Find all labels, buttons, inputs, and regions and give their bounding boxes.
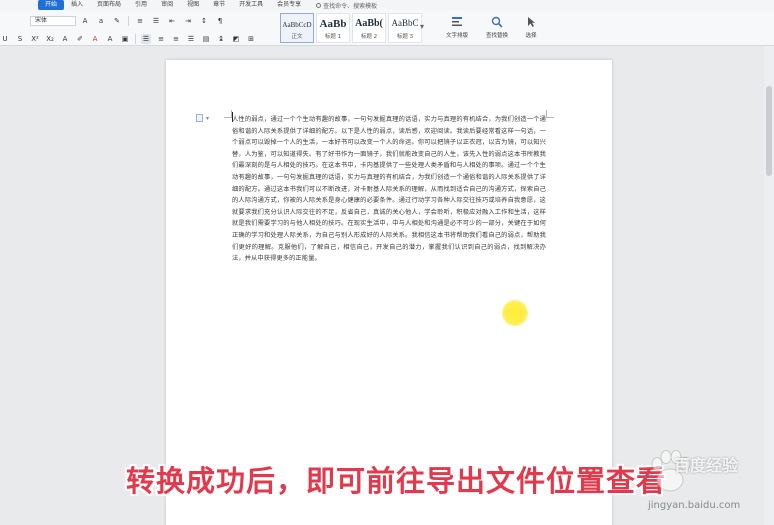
align-center-icon[interactable]: ≡ bbox=[156, 34, 166, 44]
find-replace-button[interactable]: 查找替换 bbox=[480, 14, 514, 44]
distributed-align-icon[interactable]: ▤ bbox=[201, 34, 211, 44]
watermark-url: jingyan.baidu.com bbox=[648, 500, 741, 511]
text-layout-button[interactable]: 文字排版 bbox=[440, 14, 474, 44]
margin-corner-mark bbox=[546, 110, 554, 118]
style-normal[interactable]: AaBbCcD 正文 bbox=[280, 13, 314, 43]
command-search-placeholder: 查找命令、搜索模板 bbox=[323, 2, 378, 10]
chevron-down-icon[interactable]: ▾ bbox=[206, 115, 209, 122]
find-replace-icon bbox=[491, 16, 503, 28]
style-gallery-more-icon[interactable]: ▾ bbox=[420, 22, 424, 31]
select-button[interactable]: 选择 bbox=[514, 14, 548, 44]
sort-icon[interactable]: ↕ bbox=[199, 16, 209, 26]
margin-corner-mark bbox=[224, 110, 232, 118]
mouse-highlight-marker bbox=[502, 300, 528, 326]
align-left-icon[interactable]: ☰ bbox=[141, 34, 151, 44]
menu-tab-member[interactable]: 会员专享 bbox=[270, 0, 308, 10]
divider bbox=[135, 34, 136, 44]
menu-tab-insert[interactable]: 插入 bbox=[64, 0, 90, 10]
font-size-decrease-icon[interactable]: a bbox=[96, 16, 106, 26]
scrollbar-thumb[interactable] bbox=[766, 86, 772, 176]
menu-tab-home[interactable]: 开始 bbox=[38, 0, 65, 10]
font-name-select[interactable]: 宋体 bbox=[30, 16, 76, 26]
divider bbox=[128, 16, 129, 26]
paragraph-handle-icon[interactable] bbox=[196, 114, 203, 122]
menu-tab-developer[interactable]: 开发工具 bbox=[232, 0, 270, 10]
document-page[interactable]: ▾ 人性的弱点，通过一个个生动有趣的故事，一句句发掘真理的话语，实力与真理的有机… bbox=[166, 60, 612, 525]
align-justify-icon[interactable]: ☰ bbox=[186, 34, 196, 44]
find-replace-label: 查找替换 bbox=[485, 33, 508, 39]
style-sample: AaBb bbox=[319, 18, 347, 30]
font-size-increase-icon[interactable]: A bbox=[80, 16, 90, 26]
bullet-list-icon[interactable]: ≡ bbox=[135, 16, 145, 26]
numbered-list-icon[interactable]: ☰ bbox=[151, 16, 161, 26]
menu-bar: 开始 插入 页面布局 引用 审阅 视图 章节 开发工具 会员专享 查找命令、搜索… bbox=[0, 0, 774, 10]
menu-tab-review[interactable]: 审阅 bbox=[154, 0, 180, 10]
select-cursor-icon bbox=[528, 17, 535, 27]
show-marks-icon[interactable]: ¶ bbox=[215, 16, 225, 26]
style-name: 标题 2 bbox=[360, 34, 378, 40]
indent-increase-icon[interactable]: ⇥ bbox=[183, 16, 193, 26]
document-body-text[interactable]: 人性的弱点，通过一个个生动有趣的故事，一句句发掘真理的话语，实力与真理的有机结合… bbox=[232, 114, 546, 265]
font-color-icon[interactable]: A bbox=[90, 34, 100, 44]
text-layout-label: 文字排版 bbox=[445, 33, 468, 39]
style-name: 标题 1 bbox=[324, 34, 342, 40]
style-name: 标题 3 bbox=[396, 34, 414, 40]
char-border-icon[interactable]: ▣ bbox=[120, 34, 130, 44]
style-heading-1[interactable]: AaBb 标题 1 bbox=[316, 13, 350, 43]
select-label: 选择 bbox=[525, 33, 537, 39]
align-right-icon[interactable]: ≡ bbox=[171, 34, 181, 44]
shading-icon[interactable]: ◩ bbox=[231, 34, 241, 44]
menu-tab-references[interactable]: 引用 bbox=[128, 0, 154, 10]
borders-icon[interactable]: ⊞ bbox=[246, 34, 256, 44]
style-name: 正文 bbox=[291, 34, 303, 40]
watermark-brand: 百度经验 bbox=[674, 456, 739, 475]
search-icon bbox=[316, 2, 322, 8]
text-layout-icon bbox=[452, 17, 462, 26]
style-sample: AaBb( bbox=[355, 18, 383, 29]
char-shading-icon[interactable]: A bbox=[105, 34, 115, 44]
style-heading-2[interactable]: AaBb( 标题 2 bbox=[352, 13, 386, 43]
clear-format-icon[interactable]: ✎ bbox=[112, 16, 122, 26]
ribbon-toolbar: 宋体 A a ✎ ≡ ☰ ⇤ ⇥ ↕ ¶ U S X² X₂ A ✐ A A ▣… bbox=[0, 10, 774, 46]
superscript-icon[interactable]: X² bbox=[30, 34, 40, 44]
strikethrough-icon[interactable]: S bbox=[15, 34, 25, 44]
style-gallery: AaBbCcD 正文 AaBb 标题 1 AaBb( 标题 2 AaBbC 标题… bbox=[280, 13, 422, 45]
tutorial-caption: 转换成功后，即可前往导出文件位置查看 bbox=[126, 464, 667, 498]
style-heading-3[interactable]: AaBbC 标题 3 bbox=[388, 13, 422, 43]
menu-tab-view[interactable]: 视图 bbox=[180, 0, 206, 10]
indent-decrease-icon[interactable]: ⇤ bbox=[167, 16, 177, 26]
line-spacing-icon[interactable]: ↨ bbox=[216, 34, 226, 44]
ribbon-row-1: A a ✎ ≡ ☰ ⇤ ⇥ ↕ ¶ bbox=[80, 16, 225, 26]
style-sample: AaBbCcD bbox=[282, 21, 312, 29]
highlight-color-icon[interactable]: ✐ bbox=[75, 34, 85, 44]
underline-icon[interactable]: U bbox=[0, 34, 10, 44]
style-sample: AaBbC bbox=[391, 18, 419, 28]
ribbon-row-2: U S X² X₂ A ✐ A A ▣ ☰ ≡ ≡ ☰ ▤ ↨ ◩ ⊞ bbox=[0, 34, 256, 44]
text-effect-icon[interactable]: A bbox=[60, 34, 70, 44]
menu-tab-section[interactable]: 章节 bbox=[206, 0, 232, 10]
vertical-scrollbar[interactable] bbox=[764, 46, 774, 525]
menu-tab-page-layout[interactable]: 页面布局 bbox=[90, 0, 128, 10]
subscript-icon[interactable]: X₂ bbox=[45, 34, 55, 44]
command-search[interactable]: 查找命令、搜索模板 bbox=[316, 1, 377, 10]
